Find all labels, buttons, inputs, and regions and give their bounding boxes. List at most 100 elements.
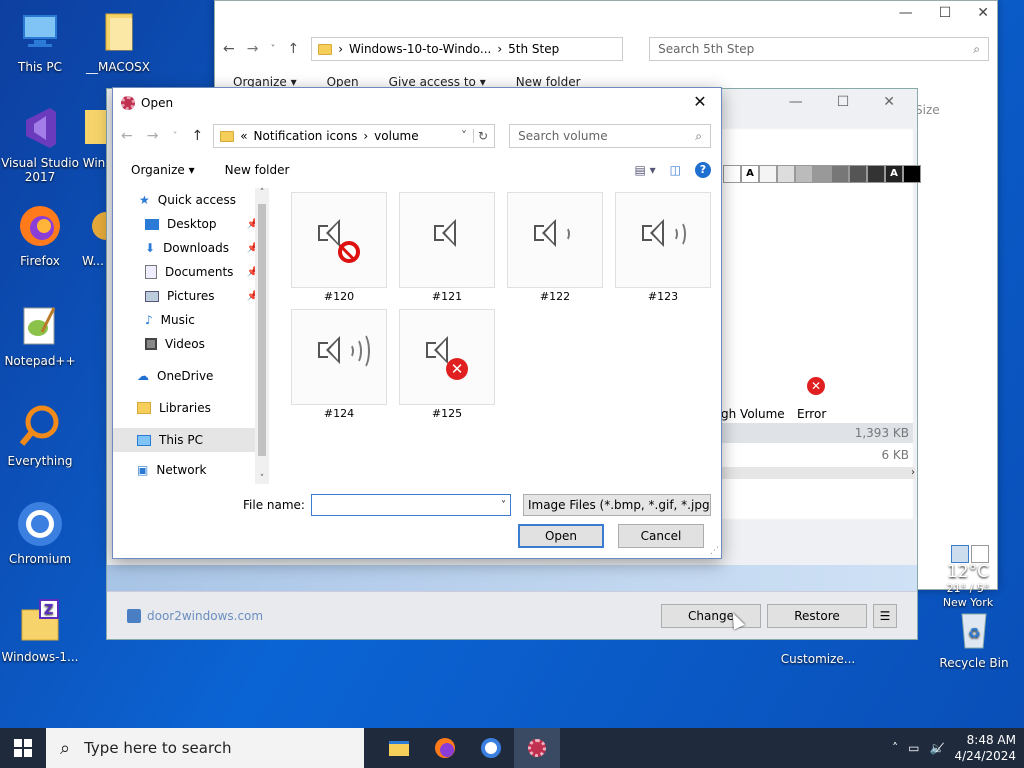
scrollbar-thumb[interactable] xyxy=(258,204,266,456)
explorer-address-bar[interactable]: › Windows-10-to-Windo... › 5th Step xyxy=(311,37,624,61)
size-column-header[interactable]: Size xyxy=(915,103,940,117)
sidebar-item-libraries[interactable]: Libraries xyxy=(113,396,269,420)
forward-arrow-icon[interactable]: → xyxy=(247,41,259,57)
preview-pane-icon[interactable]: ◫ xyxy=(670,163,681,177)
taskbar-firefox[interactable] xyxy=(422,728,468,768)
chevron-down-icon[interactable]: ˅ xyxy=(461,129,467,143)
refresh-icon[interactable]: ↻ xyxy=(473,129,488,143)
new-folder-button[interactable]: New folder xyxy=(225,163,290,177)
door2windows-logo-icon xyxy=(127,608,141,623)
dialog-search-input[interactable]: Search volume ⌕ xyxy=(509,124,712,148)
navigation-scrollbar[interactable]: ˄ ˅ xyxy=(255,188,269,484)
up-arrow-icon[interactable]: ↑ xyxy=(191,128,203,144)
file-tile[interactable] xyxy=(507,192,603,288)
chevron-up-icon[interactable]: ˄ xyxy=(892,741,898,755)
window-controls: — ☐ ✕ xyxy=(899,5,989,21)
taskbar-chromium[interactable] xyxy=(468,728,514,768)
up-arrow-icon[interactable]: ↑ xyxy=(287,41,299,57)
desktop-icon-everything[interactable]: Everything xyxy=(0,402,80,468)
back-arrow-icon[interactable]: ← xyxy=(223,41,235,57)
explorer-search-input[interactable]: Search 5th Step ⌕ xyxy=(649,37,990,61)
tiles-view-icon[interactable] xyxy=(971,545,989,563)
organize-menu[interactable]: Organize ▾ xyxy=(131,163,195,177)
sidebar-item-network[interactable]: ▣ Network xyxy=(113,458,269,482)
horizontal-scrollbar[interactable]: › xyxy=(721,467,915,479)
file-tile[interactable] xyxy=(399,192,495,288)
view-options-icon[interactable]: ▤ ▾ xyxy=(634,163,655,177)
svg-text:Z: Z xyxy=(44,603,53,618)
desktop-icon-macosx[interactable]: __MACOSX xyxy=(78,8,158,74)
sidebar-item-onedrive[interactable]: ☁ OneDrive xyxy=(113,364,269,388)
dialog-address-bar[interactable]: « Notification icons › volume ˅ ↻ xyxy=(213,124,496,148)
file-tile[interactable]: ✕ xyxy=(399,309,495,405)
system-tray: ˄ ▭ 🔈̸ 8:48 AM 4/24/2024 xyxy=(892,732,1024,764)
change-button[interactable]: Change xyxy=(661,603,761,628)
sidebar-item-videos[interactable]: Videos xyxy=(113,332,269,356)
desktop-icon-zip-folder[interactable]: Z Windows-1... xyxy=(0,598,80,664)
cancel-button[interactable]: Cancel xyxy=(618,524,704,548)
chevron-down-icon[interactable]: ˅ xyxy=(270,44,275,55)
magnifier-icon xyxy=(16,402,64,450)
file-tile[interactable] xyxy=(291,192,387,288)
sidebar-item-pictures[interactable]: Pictures 📌 xyxy=(113,284,269,308)
library-icon xyxy=(137,402,151,414)
back-arrow-icon[interactable]: ← xyxy=(121,128,133,144)
folder-icon xyxy=(79,104,109,152)
close-icon[interactable]: ✕ xyxy=(883,94,895,110)
sidebar-item-downloads[interactable]: ⬇ Downloads 📌 xyxy=(113,236,269,260)
chromium-icon xyxy=(481,738,501,758)
folder-icon xyxy=(318,43,333,55)
file-name-input[interactable]: ˅ xyxy=(310,494,511,516)
maximize-icon[interactable]: ☐ xyxy=(837,94,850,110)
desktop-icon-this-pc[interactable]: This PC xyxy=(0,8,80,74)
network-icon: ▣ xyxy=(137,463,149,477)
file-explorer-icon xyxy=(389,740,409,756)
breadcrumb-item[interactable]: Notification icons xyxy=(254,129,358,143)
restore-button[interactable]: Restore xyxy=(767,603,867,628)
breadcrumb-item[interactable]: 5th Step xyxy=(508,42,559,56)
door2windows-link[interactable]: door2windows.com xyxy=(127,608,263,623)
desktop-icon-firefox[interactable]: Firefox xyxy=(0,202,80,268)
minimize-icon[interactable]: — xyxy=(789,94,803,110)
file-tile[interactable] xyxy=(615,192,711,288)
file-name-label: File name: xyxy=(243,498,305,512)
desktop-icon-notepad-plus-plus[interactable]: Notepad++ xyxy=(0,302,80,368)
sidebar-item-music[interactable]: ♪ Music xyxy=(113,308,269,332)
help-icon[interactable]: ? xyxy=(695,162,711,178)
taskbar-search-box[interactable]: ⌕ Type here to search xyxy=(46,728,364,768)
taskbar-customizer[interactable] xyxy=(514,728,560,768)
desktop-icon-visual-studio[interactable]: Visual Studio 2017 xyxy=(0,104,80,184)
volume-muted-icon[interactable]: 🔈̸ xyxy=(930,741,945,755)
open-button[interactable]: Open xyxy=(518,524,604,548)
firefox-icon xyxy=(435,738,455,758)
chevron-down-icon[interactable]: ˅ xyxy=(172,131,177,142)
file-tile[interactable] xyxy=(291,309,387,405)
sidebar-item-desktop[interactable]: Desktop 📌 xyxy=(113,212,269,236)
sidebar-item-quick-access[interactable]: ★ Quick access xyxy=(113,188,269,212)
network-icon[interactable]: ▭ xyxy=(908,741,919,755)
chevron-down-icon[interactable]: ˅ xyxy=(501,500,506,511)
sidebar-item-documents[interactable]: Documents 📌 xyxy=(113,260,269,284)
computer-icon xyxy=(137,434,151,446)
taskbar-file-explorer[interactable] xyxy=(376,728,422,768)
start-button[interactable] xyxy=(0,728,46,768)
menu-icon[interactable]: ☰ xyxy=(873,603,897,628)
details-view-icon[interactable] xyxy=(951,545,969,563)
scroll-up-icon[interactable]: ˄ xyxy=(255,188,269,198)
close-icon[interactable]: ✕ xyxy=(685,92,715,111)
sidebar-item-this-pc[interactable]: This PC xyxy=(113,428,269,452)
icon-label-error: Error xyxy=(797,407,827,421)
breadcrumb-item[interactable]: volume xyxy=(374,129,418,143)
close-icon[interactable]: ✕ xyxy=(977,5,989,21)
weather-widget[interactable]: 12°C 21° / 5° New York xyxy=(918,562,1018,616)
breadcrumb-item[interactable]: Windows-10-to-Windo... xyxy=(349,42,491,56)
clock[interactable]: 8:48 AM 4/24/2024 xyxy=(954,732,1016,764)
forward-arrow-icon[interactable]: → xyxy=(147,128,159,144)
scroll-down-icon[interactable]: ˅ xyxy=(255,474,269,484)
cloud-icon: ☁ xyxy=(137,369,149,383)
maximize-icon[interactable]: ☐ xyxy=(939,5,952,21)
desktop-icon-chromium[interactable]: Chromium xyxy=(0,500,80,566)
minimize-icon[interactable]: — xyxy=(899,5,913,21)
file-type-select[interactable]: Image Files (*.bmp, *.gif, *.jpg, ˅ xyxy=(522,494,711,516)
resize-grip-icon[interactable]: ⋰ xyxy=(710,546,719,556)
